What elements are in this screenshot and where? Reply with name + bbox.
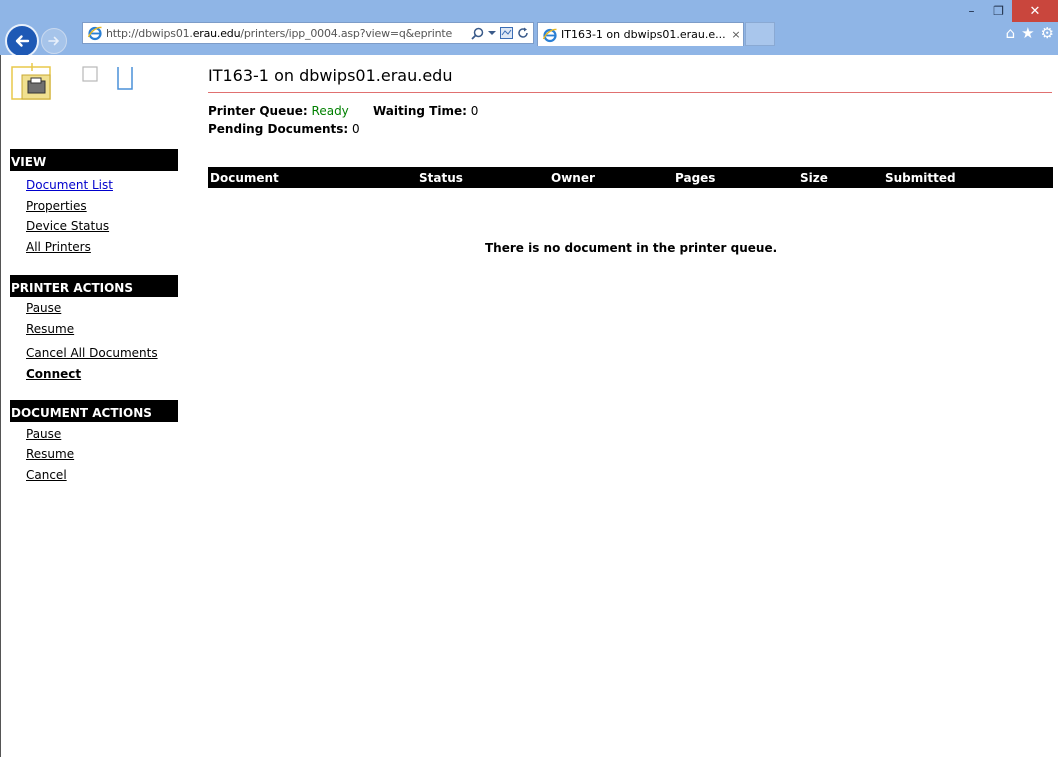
waiting-time: Waiting Time: 0 [373,104,478,118]
column-document: Document [210,171,279,185]
document-pause-link[interactable]: Pause [26,427,61,441]
dropdown-icon[interactable] [488,29,496,37]
back-button[interactable] [5,24,39,58]
view-section-header: VIEW [10,149,178,171]
printer-queue-value: Ready [311,104,349,118]
ie-logo-icon [542,28,557,42]
address-tools [471,27,533,40]
page-content: VIEW Document List Properties Device Sta… [0,55,1058,757]
window-controls: – ❐ ✕ [958,0,1058,22]
restore-button[interactable]: ❐ [985,0,1012,22]
connect-link[interactable]: Connect [26,367,81,381]
minimize-button[interactable]: – [958,0,985,22]
column-status: Status [419,171,463,185]
address-url[interactable]: http://dbwips01.erau.edu/printers/ipp_00… [106,27,471,40]
forward-button[interactable] [41,28,67,54]
waiting-time-value: 0 [470,104,479,118]
printer-logo-icon [11,63,133,100]
column-size: Size [800,171,828,185]
address-bar[interactable]: http://dbwips01.erau.edu/printers/ipp_00… [82,22,534,44]
column-pages: Pages [675,171,716,185]
pending-documents-label: Pending Documents: [208,122,349,136]
all-printers-link[interactable]: All Printers [26,240,91,254]
forward-arrow-icon [48,36,60,46]
search-icon[interactable] [471,27,484,40]
new-tab-button[interactable] [745,22,775,46]
close-window-button[interactable]: ✕ [1012,0,1058,22]
tab-title: IT163-1 on dbwips01.erau.e... [561,28,726,41]
refresh-icon[interactable] [517,27,529,39]
pending-documents-value: 0 [352,122,360,136]
document-actions-header: DOCUMENT ACTIONS [10,400,178,422]
printer-pause-link[interactable]: Pause [26,301,61,315]
toolbar-icons: ⌂ ★ ⚙ [1006,24,1054,42]
compatibility-icon[interactable] [500,27,513,39]
queue-table-header: Document Status Owner Pages Size Submitt… [208,167,1053,188]
printer-resume-link[interactable]: Resume [26,322,74,336]
back-arrow-icon [15,35,30,47]
settings-gear-icon[interactable]: ⚙ [1041,24,1054,42]
device-status-link[interactable]: Device Status [26,219,109,233]
empty-queue-message: There is no document in the printer queu… [485,241,778,255]
browser-tab[interactable]: IT163-1 on dbwips01.erau.e... × [537,22,744,46]
properties-link[interactable]: Properties [26,199,87,213]
printer-queue-status: Printer Queue: Ready [208,104,349,118]
home-icon[interactable]: ⌂ [1006,24,1016,42]
column-owner: Owner [551,171,595,185]
cancel-all-documents-link[interactable]: Cancel All Documents [26,346,158,360]
ie-logo-icon [87,26,102,41]
waiting-time-label: Waiting Time: [373,104,467,118]
title-divider [208,92,1052,93]
tab-close-button[interactable]: × [729,28,743,41]
column-submitted: Submitted [885,171,956,185]
pending-documents: Pending Documents: 0 [208,122,360,136]
document-cancel-link[interactable]: Cancel [26,468,67,482]
document-list-link[interactable]: Document List [26,178,113,192]
printer-queue-label: Printer Queue: [208,104,308,118]
printer-actions-header: PRINTER ACTIONS [10,275,178,297]
document-resume-link[interactable]: Resume [26,447,74,461]
favorites-star-icon[interactable]: ★ [1021,24,1034,42]
page-title: IT163-1 on dbwips01.erau.edu [208,66,453,85]
